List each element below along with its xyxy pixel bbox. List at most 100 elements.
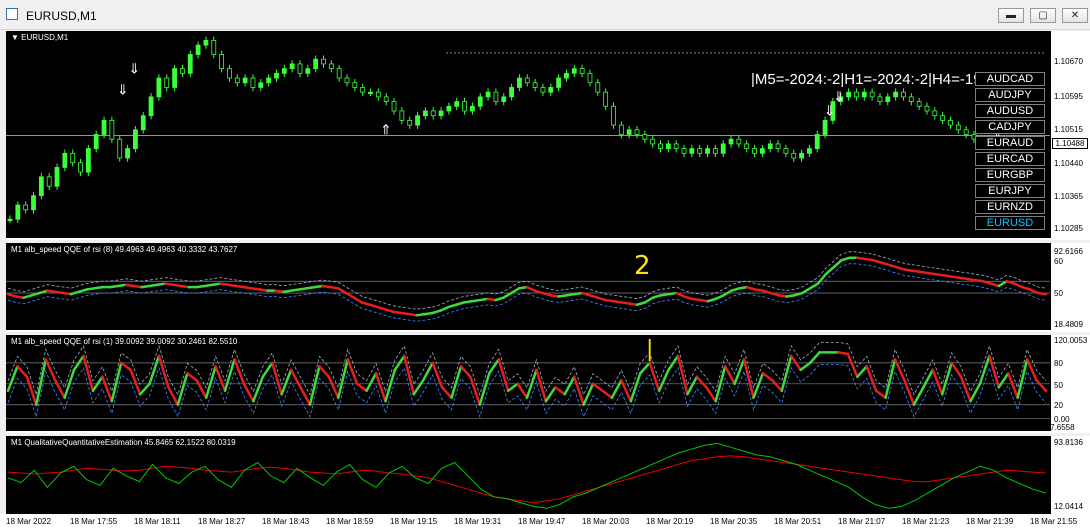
candle-body	[430, 110, 436, 117]
time-tick-label: 18 Mar 21:07	[838, 517, 886, 526]
level-label: 60	[1054, 257, 1063, 266]
qqe1-line-segment	[214, 365, 227, 393]
qqe1-line-segment	[808, 351, 821, 365]
qqe-estimation-scale[interactable]: 93.8136 12.0414	[1050, 436, 1090, 514]
qqe1-line-segment	[440, 386, 453, 400]
price-tick: 1.10670	[1054, 57, 1083, 66]
candle-body	[485, 91, 491, 98]
qqe8-line-segment	[675, 291, 686, 298]
time-tick-label: 18 Mar 18:27	[198, 517, 246, 526]
time-tick-label: 18 Mar 21:55	[1030, 517, 1078, 526]
qqe1-scale[interactable]: 120.0053 80 50 20 0.00 -17.6558	[1043, 335, 1090, 432]
scale-min: 12.0414	[1054, 502, 1083, 511]
pane-separator[interactable]	[6, 431, 1090, 433]
qqe8-line-segment	[800, 287, 812, 295]
price-tick: 1.10365	[1054, 192, 1083, 201]
qqe8-lower-band	[7, 263, 1047, 322]
qqe1-line-segment	[119, 361, 132, 372]
candle-body	[407, 119, 413, 126]
candle-body	[728, 138, 734, 145]
estimation-red-line	[7, 455, 1047, 504]
candle-body	[932, 110, 938, 117]
qqe8-pane[interactable]: M1 alb_speed QQE of rsi (8) 49.4963 49.4…	[6, 243, 1050, 330]
qqe1-line-segment	[771, 379, 784, 393]
price-chart-pane[interactable]: ⇓⇓⇑⇓⇓⇑ ▼ EURUSD,M1 |M5=-2024:-2|H1=-2024…	[6, 31, 1050, 238]
candle-body	[901, 91, 906, 98]
qqe1-line-segment	[35, 358, 47, 406]
candle-body	[164, 77, 170, 88]
qqe1-line-segment	[799, 361, 812, 372]
pane-separator[interactable]	[6, 238, 1090, 240]
candle-body	[681, 148, 687, 154]
qqe1-line-segment	[856, 365, 868, 379]
symbol-timeframe-label: EURUSD,M1	[21, 33, 69, 42]
candle-body	[446, 105, 452, 112]
qqe1-line-segment	[1035, 379, 1048, 393]
level-label: 50	[1054, 381, 1063, 390]
candle-body	[759, 148, 765, 154]
qqe8-line-segment	[439, 305, 450, 312]
signal-arrow: ⇓	[117, 83, 129, 99]
symbol-button-eurnzd[interactable]: EURNZD	[975, 200, 1045, 214]
qqe1-pane[interactable]: M1 alb_speed QQE of rsi (1) 39.0092 39.0…	[6, 335, 1050, 431]
qqe-estimation-pane[interactable]: M1 QualitativeQuantitativeEstimation 45.…	[6, 436, 1050, 514]
qqe8-line-segment	[808, 282, 820, 290]
candle-body	[963, 129, 969, 135]
candle-body	[948, 119, 953, 126]
qqe1-line-segment	[997, 372, 1010, 389]
candle-body	[924, 105, 930, 112]
time-tick-label: 18 Mar 20:19	[646, 517, 694, 526]
symbol-button-eurcad[interactable]: EURCAD	[975, 152, 1045, 166]
price-chart-canvas: ⇓⇓⇑⇓⇓⇑	[6, 36, 1050, 223]
symbol-button-eurjpy[interactable]: EURJPY	[975, 184, 1045, 198]
candle-body	[383, 96, 389, 102]
qqe8-line-segment	[1029, 288, 1040, 295]
symbol-button-audusd[interactable]: AUDUSD	[975, 104, 1045, 118]
candle-body	[54, 167, 60, 187]
candle-body	[219, 54, 225, 70]
time-tick-label: 18 Mar 18:43	[262, 517, 310, 526]
time-tick-label: 18 Mar 18:11	[134, 517, 181, 526]
qqe1-line-segment	[355, 382, 368, 393]
candle-body	[822, 119, 828, 135]
minimize-button[interactable]: ▬	[998, 8, 1024, 23]
candle-body	[266, 77, 272, 84]
candle-body	[109, 119, 115, 140]
candle-body	[501, 96, 507, 102]
maximize-button[interactable]: ▢	[1030, 8, 1056, 23]
candle-body	[156, 77, 162, 98]
candle-body	[258, 82, 264, 88]
candle-body	[211, 40, 217, 55]
signal-arrow: ⇑	[380, 123, 392, 139]
candle-body	[180, 68, 185, 74]
qqe8-scale[interactable]: 92.6166 60 50 18.4809	[1050, 243, 1090, 330]
candle-body	[697, 148, 703, 154]
close-button[interactable]: ✕	[1062, 8, 1088, 23]
scale-max: 92.6166	[1054, 247, 1083, 256]
qqe1-line-segment	[837, 351, 850, 356]
qqe8-line-segment	[643, 296, 655, 304]
price-scale[interactable]: 1.10670 1.10595 1.10515 1.10440 1.10365 …	[1050, 31, 1090, 238]
symbol-button-audcad[interactable]: AUDCAD	[975, 72, 1045, 86]
symbol-button-cadjpy[interactable]: CADJPY	[975, 120, 1045, 134]
candle-body	[15, 204, 21, 220]
candle-body	[242, 77, 248, 84]
symbol-button-audjpy[interactable]: AUDJPY	[975, 88, 1045, 102]
symbol-button-eurusd[interactable]: EURUSD	[975, 216, 1045, 230]
candle-body	[234, 77, 240, 84]
candle-body	[470, 105, 475, 112]
price-tick: 1.10285	[1054, 224, 1083, 233]
pane-separator[interactable]	[6, 330, 1090, 332]
candle-body	[658, 143, 663, 150]
candle-body	[117, 138, 123, 159]
symbol-button-euraud[interactable]: EURAUD	[975, 136, 1045, 150]
candle-body	[689, 148, 695, 154]
symbol-button-eurgbp[interactable]: EURGBP	[975, 168, 1045, 182]
candle-body	[877, 96, 883, 102]
candle-body	[281, 68, 287, 74]
candle-body	[775, 143, 781, 150]
time-axis[interactable]: 18 Mar 2022 18 Mar 17:55 18 Mar 18:11 18 Ma…	[0, 514, 1090, 529]
candle-body	[328, 63, 334, 70]
qqe1-line-segment	[752, 372, 765, 400]
qqe1-line-segment	[242, 382, 255, 403]
